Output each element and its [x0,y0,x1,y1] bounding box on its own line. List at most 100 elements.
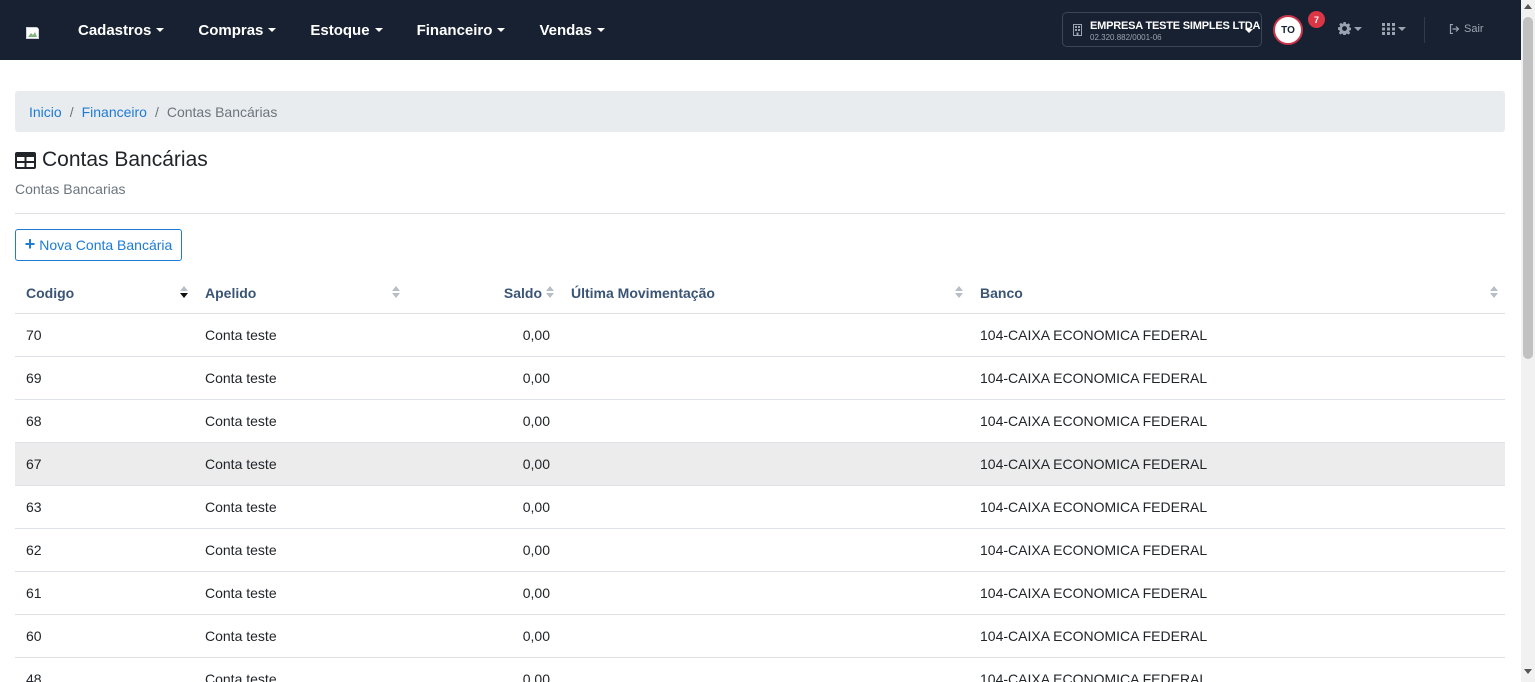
caret-down-icon [1354,26,1362,31]
page-scrollbar[interactable] [1521,0,1535,682]
top-navbar: Cadastros Compras Estoque Financeiro Ven… [0,0,1521,60]
logout-label: Sair [1464,23,1484,35]
breadcrumb-link-inicio[interactable]: Inicio [29,104,62,120]
cell-apelido: Conta teste [205,456,277,472]
new-bank-account-button[interactable]: + Nova Conta Bancária [15,229,182,261]
company-selector[interactable]: EMPRESA TESTE SIMPLES LTDA 02.320.882/00… [1062,12,1262,47]
company-cnpj: 02.320.882/0001-06 [1090,33,1162,42]
cell-apelido: Conta teste [205,499,277,515]
cell-banco: 104-CAIXA ECONOMICA FEDERAL [980,413,1208,429]
sort-icon[interactable] [546,285,554,299]
grid-icon [1382,23,1395,35]
cell-codigo: 48 [26,671,42,682]
table-row[interactable]: 48 Conta teste 0,00 104-CAIXA ECONOMICA … [15,658,1505,682]
table-row[interactable]: 61 Conta teste 0,00 104-CAIXA ECONOMICA … [15,572,1505,615]
cell-banco: 104-CAIXA ECONOMICA FEDERAL [980,499,1208,515]
breadcrumb-separator: / [69,103,74,120]
scroll-down-arrow-icon[interactable] [1524,669,1532,674]
cell-saldo: 0,00 [522,671,550,682]
menu-compras-label: Compras [198,21,264,39]
cell-saldo: 0,00 [522,413,550,429]
table-row[interactable]: 63 Conta teste 0,00 104-CAIXA ECONOMICA … [15,486,1505,529]
column-header-codigo[interactable]: Codigo [26,271,74,314]
column-header-apelido[interactable]: Apelido [205,271,256,314]
sort-icon[interactable] [392,285,400,299]
caret-down-icon [1245,29,1253,33]
cell-codigo: 69 [26,370,42,386]
menu-estoque[interactable]: Estoque [293,0,399,60]
column-header-saldo[interactable]: Saldo [455,271,542,314]
table-row[interactable]: 69 Conta teste 0,00 104-CAIXA ECONOMICA … [15,357,1505,400]
scroll-up-arrow-icon[interactable] [1524,4,1532,9]
table-row[interactable]: 62 Conta teste 0,00 104-CAIXA ECONOMICA … [15,529,1505,572]
apps-menu[interactable] [1382,23,1406,35]
sort-icon[interactable] [955,285,963,299]
cell-banco: 104-CAIXA ECONOMICA FEDERAL [980,585,1208,601]
breadcrumb: Inicio / Financeiro / Contas Bancárias [15,91,1505,132]
menu-cadastros-label: Cadastros [78,21,152,39]
menu-financeiro[interactable]: Financeiro [400,0,523,60]
column-header-ultima-movimentacao[interactable]: Última Movimentação [571,271,715,314]
cell-apelido: Conta teste [205,542,277,558]
notification-badge[interactable]: 7 [1308,11,1325,28]
cell-codigo: 62 [26,542,42,558]
table-row[interactable]: 60 Conta teste 0,00 104-CAIXA ECONOMICA … [15,615,1505,658]
cell-apelido: Conta teste [205,327,277,343]
cell-saldo: 0,00 [522,585,550,601]
new-bank-account-label: Nova Conta Bancária [39,237,173,253]
cell-codigo: 60 [26,628,42,644]
cell-banco: 104-CAIXA ECONOMICA FEDERAL [980,671,1208,682]
cell-banco: 104-CAIXA ECONOMICA FEDERAL [980,327,1208,343]
menu-cadastros[interactable]: Cadastros [61,0,181,60]
scrollbar-thumb[interactable] [1523,17,1533,359]
column-header-banco[interactable]: Banco [980,271,1023,314]
cell-saldo: 0,00 [522,542,550,558]
header-divider [15,213,1505,214]
cell-saldo: 0,00 [522,370,550,386]
sign-out-icon [1449,24,1460,34]
table-row[interactable]: 70 Conta teste 0,00 104-CAIXA ECONOMICA … [15,314,1505,357]
caret-down-icon [497,28,506,32]
menu-compras[interactable]: Compras [181,0,293,60]
column-label: Apelido [205,284,257,301]
broken-logo-image-icon[interactable] [26,25,41,40]
user-avatar[interactable]: TO [1273,15,1303,45]
menu-estoque-label: Estoque [310,21,370,39]
cell-apelido: Conta teste [205,370,277,386]
column-label: Banco [980,284,1023,301]
cell-apelido: Conta teste [205,671,277,682]
column-label: Saldo [503,284,542,301]
cell-banco: 104-CAIXA ECONOMICA FEDERAL [980,628,1208,644]
table-icon [15,151,36,169]
logout-button[interactable]: Sair [1449,23,1484,35]
cell-banco: 104-CAIXA ECONOMICA FEDERAL [980,456,1208,472]
cell-saldo: 0,00 [522,499,550,515]
sort-icon[interactable] [1490,285,1498,299]
page-title-text: Contas Bancárias [42,148,208,171]
cell-codigo: 67 [26,456,42,472]
menu-financeiro-label: Financeiro [416,21,493,39]
bank-accounts-table: Codigo Apelido Saldo Última Movimentação… [15,271,1505,682]
cell-saldo: 0,00 [522,456,550,472]
company-name: EMPRESA TESTE SIMPLES LTDA [1090,20,1261,32]
table-header: Codigo Apelido Saldo Última Movimentação… [15,271,1505,314]
breadcrumb-separator: / [154,103,159,120]
plus-icon: + [24,234,36,254]
table-row-highlighted[interactable]: 67 Conta teste 0,00 104-CAIXA ECONOMICA … [15,443,1505,486]
menu-vendas[interactable]: Vendas [522,0,622,60]
menu-vendas-label: Vendas [539,21,592,39]
breadcrumb-link-financeiro[interactable]: Financeiro [82,104,147,120]
caret-down-icon [1398,27,1406,31]
cell-codigo: 61 [26,585,42,601]
cell-codigo: 63 [26,499,42,515]
caret-down-icon [596,28,605,32]
cell-apelido: Conta teste [205,585,277,601]
settings-menu[interactable] [1338,22,1362,35]
column-label: Última Movimentação [571,284,715,301]
caret-down-icon [156,28,165,32]
cell-apelido: Conta teste [205,413,277,429]
table-row[interactable]: 68 Conta teste 0,00 104-CAIXA ECONOMICA … [15,400,1505,443]
sort-desc-icon[interactable] [180,285,188,299]
cell-saldo: 0,00 [522,628,550,644]
column-label: Codigo [26,284,75,301]
